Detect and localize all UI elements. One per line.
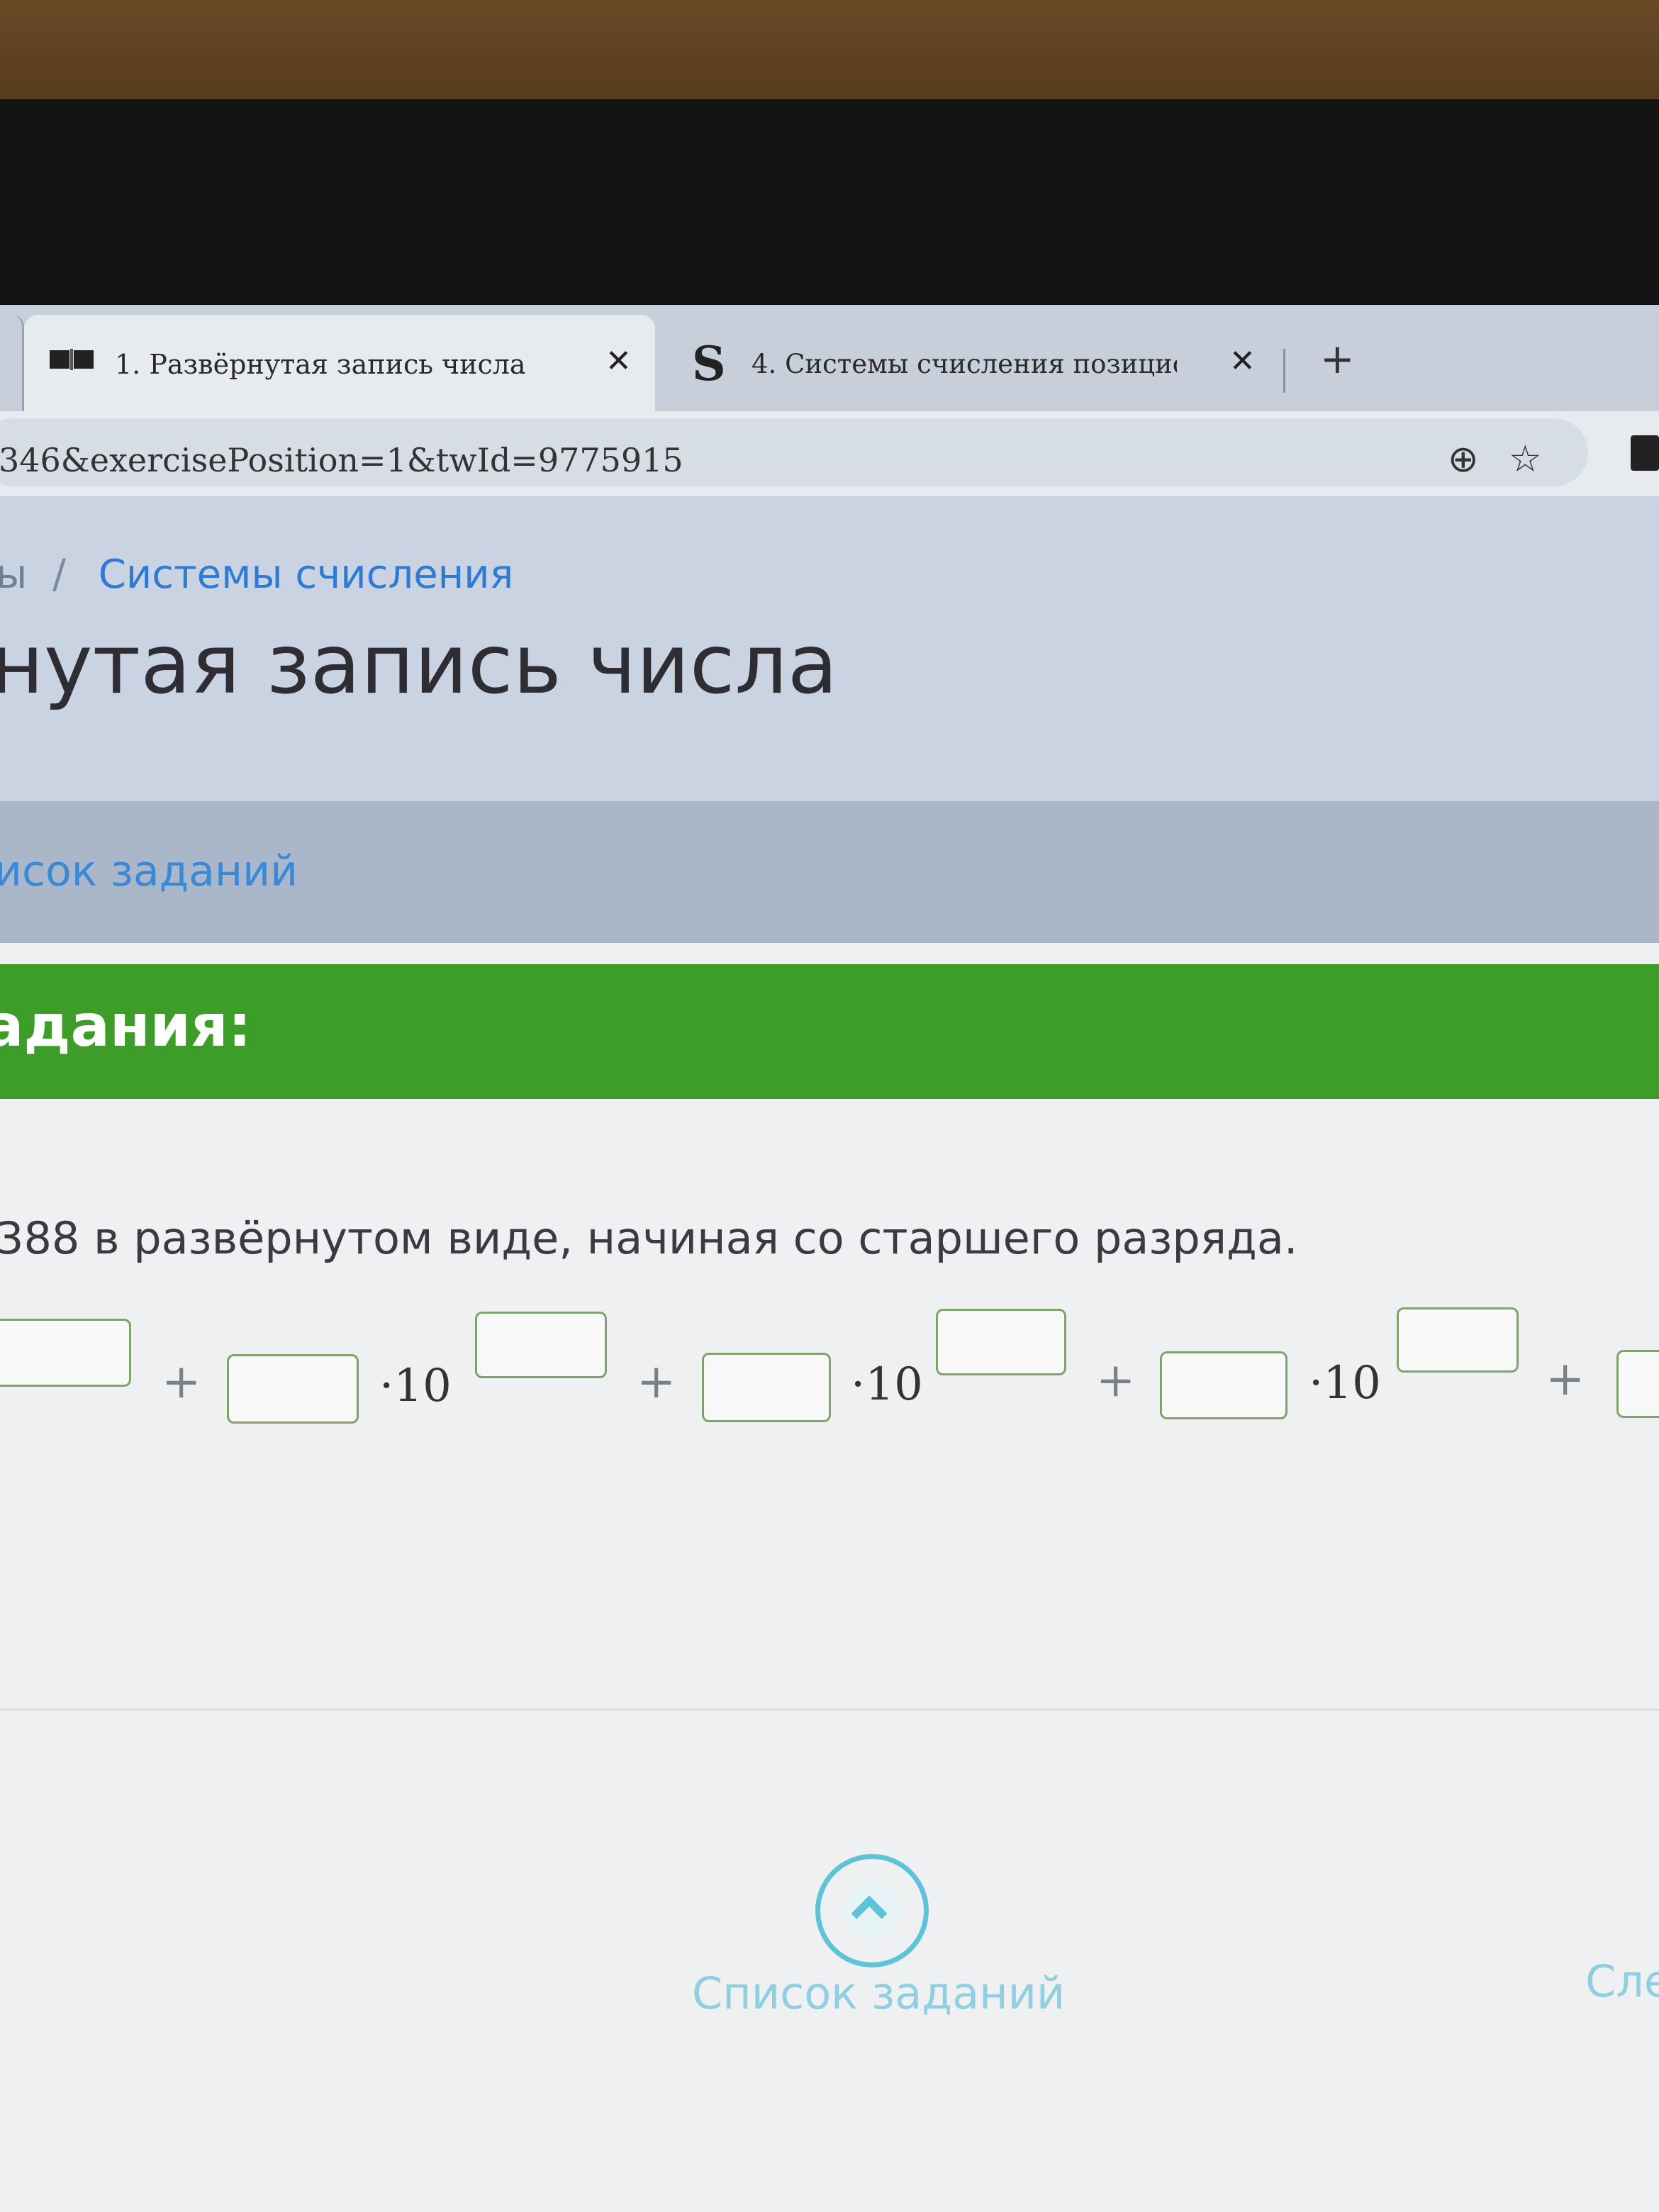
monitor-bezel	[0, 99, 1659, 326]
new-tab-button[interactable]: +	[1320, 335, 1355, 383]
breadcrumb-separator: /	[52, 552, 66, 598]
coefficient-input[interactable]	[702, 1353, 831, 1422]
page-header: ы / Системы счисления нутая запись числа	[0, 496, 1659, 801]
omnibox[interactable]: 346&exercisePosition=1&twId=9775915 ⊕ ☆	[0, 418, 1588, 486]
power-base: ·10	[1309, 1357, 1381, 1409]
scroll-up-button[interactable]	[815, 1854, 929, 1967]
plus-sign: +	[162, 1354, 201, 1409]
chevron-up-shape	[851, 1895, 888, 1932]
plus-sign: +	[637, 1354, 676, 1409]
chevron-up-icon	[844, 1882, 900, 1939]
breadcrumb-link[interactable]: Системы счисления	[99, 552, 514, 598]
power-base: ·10	[851, 1358, 923, 1411]
coefficient-input[interactable]	[1616, 1350, 1659, 1418]
monitor-screen: 1. Развёрнутая запись числа ✕ S 4. Систе…	[0, 305, 1659, 2212]
plus-sign: +	[1546, 1351, 1585, 1406]
coefficient-input[interactable]	[1160, 1351, 1287, 1419]
add-extension-icon[interactable]: ⊕	[1448, 438, 1479, 481]
task-header-band: адания:	[0, 964, 1659, 1099]
close-icon[interactable]: ✕	[1229, 343, 1256, 379]
exponent-input[interactable]	[475, 1312, 607, 1378]
tab-strip: 1. Развёрнутая запись числа ✕ S 4. Систе…	[0, 305, 1659, 411]
tab-inactive[interactable]: S 4. Системы счисления позицио ✕	[659, 315, 1283, 411]
s-logo-icon: S	[692, 336, 726, 391]
page: ы / Системы счисления нутая запись числа…	[0, 496, 1659, 2212]
breadcrumb-previous[interactable]: ы	[0, 552, 27, 598]
power-base: ·10	[379, 1360, 452, 1412]
content-divider	[0, 1709, 1659, 1711]
task-list-link[interactable]: исок заданий	[0, 847, 298, 896]
book-icon	[50, 346, 96, 374]
bottom-task-list-link[interactable]: Список заданий	[692, 1967, 1065, 2019]
page-title: нутая запись числа	[0, 617, 838, 713]
task-header-label: адания:	[0, 993, 252, 1060]
star-icon[interactable]: ☆	[1509, 438, 1542, 481]
plus-sign: +	[1096, 1353, 1136, 1407]
coefficient-input[interactable]	[227, 1354, 359, 1424]
breadcrumb: ы / Системы счисления	[0, 552, 513, 598]
tab-separator	[1283, 349, 1285, 393]
address-bar: 346&exercisePosition=1&twId=9775915 ⊕ ☆	[0, 411, 1659, 496]
exponent-input[interactable]	[1397, 1307, 1519, 1373]
expanded-form-equation: + ·10 + ·10 + ·10 +	[0, 1297, 1659, 1475]
coefficient-input[interactable]	[0, 1319, 131, 1387]
task-statement: 388 в развёрнутом виде, начиная со старш…	[0, 1212, 1298, 1264]
extension-icon[interactable]	[1631, 435, 1659, 471]
tab-active[interactable]: 1. Развёрнутая запись числа ✕	[24, 315, 655, 411]
next-task-link[interactable]: Сле	[1585, 1955, 1659, 2007]
sub-navigation: исок заданий	[0, 801, 1659, 943]
exponent-input[interactable]	[936, 1309, 1066, 1375]
close-icon[interactable]: ✕	[605, 343, 632, 379]
tab-title: 1. Развёрнутая запись числа	[115, 349, 526, 380]
tab-previous[interactable]	[0, 315, 24, 411]
tab-title: 4. Системы счисления позицио	[752, 349, 1177, 379]
url-text[interactable]: 346&exercisePosition=1&twId=9775915	[0, 441, 683, 479]
